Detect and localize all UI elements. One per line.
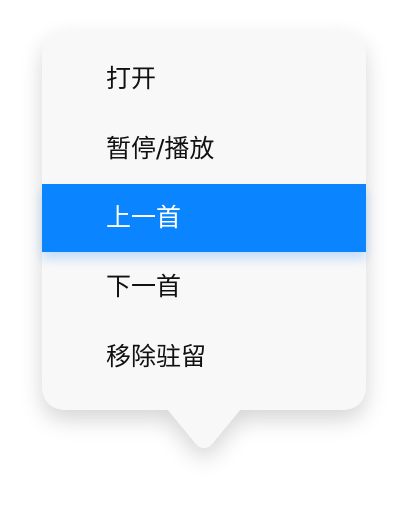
menu-item-label: 移除驻留 bbox=[106, 342, 207, 371]
menu-item-label: 暂停/播放 bbox=[106, 134, 215, 163]
menu-item-label: 打开 bbox=[106, 64, 157, 93]
menu-list: 打开 暂停/播放 上一首 下一首 移除驻留 bbox=[42, 44, 366, 392]
menu-item-label: 上一首 bbox=[106, 203, 182, 232]
menu-item-unpin[interactable]: 移除驻留 bbox=[42, 322, 366, 392]
menu-item-label: 下一首 bbox=[106, 272, 182, 301]
menu-item-next[interactable]: 下一首 bbox=[42, 252, 366, 322]
menu-item-previous[interactable]: 上一首 bbox=[42, 184, 366, 252]
context-menu: 打开 暂停/播放 上一首 下一首 移除驻留 bbox=[42, 30, 366, 454]
menu-item-play-pause[interactable]: 暂停/播放 bbox=[42, 114, 366, 184]
menu-item-open[interactable]: 打开 bbox=[42, 44, 366, 114]
